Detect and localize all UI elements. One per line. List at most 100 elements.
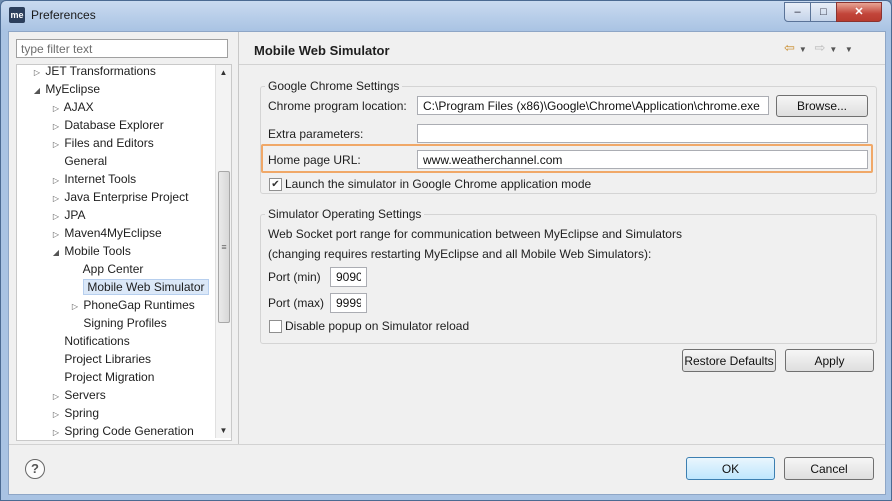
tree-item-label: Spring — [64, 406, 100, 420]
window-title: Preferences — [31, 8, 96, 22]
tree-expander-icon[interactable]: ▷ — [51, 190, 61, 208]
tree-item[interactable]: ▷ Servers — [51, 386, 106, 404]
scroll-down-icon[interactable]: ▼ — [216, 423, 231, 438]
tree-scrollbar[interactable]: ▲ ≡ ▼ — [215, 65, 231, 438]
extra-parameters-field[interactable] — [417, 124, 868, 143]
disable-popup-label: Disable popup on Simulator reload — [285, 319, 470, 333]
tree-item-label: Signing Profiles — [83, 316, 167, 330]
dialog-client-area: ▷ Spring Code Generation▷ Spring▷ Server… — [8, 31, 886, 495]
app-mode-checkbox[interactable]: ✔ — [269, 178, 282, 191]
preferences-window: me Preferences – □ ✕ ▷ Spring Code Gener… — [0, 0, 892, 501]
tree-item[interactable]: ▷ Spring Code Generation — [51, 422, 194, 440]
tree-expander-icon[interactable]: ▷ — [51, 172, 61, 190]
tree-expander-icon[interactable]: ▷ — [51, 406, 61, 424]
tree-expander-icon[interactable]: ▷ — [51, 424, 61, 440]
restore-defaults-button[interactable]: Restore Defaults — [682, 349, 776, 372]
chrome-location-label: Chrome program location: — [268, 99, 407, 113]
header-separator — [239, 64, 885, 65]
forward-arrow-icon[interactable]: ⇨ — [814, 40, 825, 55]
simulator-description-line2: (changing requires restarting MyEclipse … — [268, 247, 652, 261]
tree-item[interactable]: Project Libraries — [51, 350, 151, 368]
tree-item[interactable]: ▷ Java Enterprise Project — [51, 188, 188, 206]
apply-button[interactable]: Apply — [785, 349, 874, 372]
tree-item-label: Maven4MyEclipse — [64, 226, 162, 240]
tree-item-label: Notifications — [64, 334, 130, 348]
tree-expander-icon[interactable]: ▷ — [51, 118, 61, 136]
chrome-group-title: Google Chrome Settings — [265, 79, 403, 93]
tree-item[interactable]: Notifications — [51, 332, 130, 350]
tree-expander-icon[interactable]: ◢ — [32, 82, 42, 100]
port-min-label: Port (min) — [268, 270, 321, 284]
tree-item-label: Servers — [64, 388, 106, 402]
scroll-up-icon[interactable]: ▲ — [216, 65, 231, 80]
scroll-thumb[interactable]: ≡ — [218, 171, 230, 323]
ok-button[interactable]: OK — [686, 457, 775, 480]
myeclipse-app-icon: me — [9, 7, 25, 23]
tree-item[interactable]: ▷ Files and Editors — [51, 134, 154, 152]
page-title: Mobile Web Simulator — [254, 43, 390, 58]
tree-item[interactable]: ▷ JET Transformations — [32, 64, 156, 82]
help-icon[interactable]: ? — [25, 459, 45, 479]
close-button[interactable]: ✕ — [836, 2, 882, 22]
port-max-field[interactable] — [330, 293, 367, 313]
maximize-button[interactable]: □ — [810, 2, 837, 22]
port-min-field[interactable] — [330, 267, 367, 287]
tree-expander-icon[interactable]: ▷ — [51, 226, 61, 244]
forward-menu-chevron-icon[interactable]: ▼ — [829, 45, 837, 54]
view-menu-chevron-icon[interactable]: ▼ — [845, 45, 853, 54]
browse-button[interactable]: Browse... — [776, 95, 868, 117]
tree-item-label: General — [64, 154, 108, 168]
tree-item-label: Java Enterprise Project — [64, 190, 189, 204]
back-arrow-icon[interactable]: ⇦ — [784, 40, 795, 55]
chrome-location-field[interactable] — [417, 96, 769, 115]
tree-expander-icon[interactable]: ▷ — [51, 208, 61, 226]
tree-item-label: Database Explorer — [64, 118, 164, 132]
tree-expander-icon[interactable]: ▷ — [32, 65, 42, 82]
tree-item[interactable]: ▷ JPA — [51, 206, 86, 226]
tree-item-label: Mobile Web Simulator — [83, 279, 209, 295]
tree-item[interactable]: ▷ Spring — [51, 404, 99, 422]
extra-parameters-label: Extra parameters: — [268, 127, 364, 141]
tree-item[interactable]: ▷ AJAX — [51, 98, 94, 116]
tree-item-label: App Center — [82, 262, 144, 276]
tree-item-label: MyEclipse — [45, 82, 101, 96]
tree-item-label: JPA — [64, 208, 86, 222]
tree-expander-icon[interactable]: ▷ — [51, 388, 61, 406]
title-bar[interactable]: me Preferences – □ ✕ — [1, 1, 891, 29]
tree-item-label: Files and Editors — [64, 136, 154, 150]
tree-item[interactable]: ▷ Internet Tools — [51, 170, 136, 188]
panel-divider[interactable] — [238, 32, 239, 444]
tree-item-label: Project Migration — [64, 370, 155, 384]
tree-item-label: Internet Tools — [64, 172, 137, 186]
preferences-tree: ▷ Spring Code Generation ▷ Spring ▷ Server… — [16, 64, 232, 441]
tree-item[interactable]: Signing Profiles — [70, 314, 167, 332]
tree-item[interactable]: ◢ MyEclipse — [32, 80, 100, 98]
minimize-button[interactable]: – — [784, 2, 811, 22]
footer-separator — [9, 444, 885, 445]
filter-input[interactable] — [16, 39, 228, 58]
tree-item-label: AJAX — [63, 100, 94, 114]
history-navigation: ⇦ ▼ ⇨ ▼ ▼ — [784, 40, 857, 56]
tree-item[interactable]: Project Migration — [51, 368, 154, 386]
cancel-button[interactable]: Cancel — [784, 457, 874, 480]
tree-expander-icon[interactable]: ▷ — [51, 136, 61, 154]
tree-item-label: JET Transformations — [45, 64, 156, 78]
tree-expander-icon[interactable]: ▷ — [51, 100, 61, 118]
tree-item[interactable]: ▷ Maven4MyEclipse — [51, 224, 162, 242]
tree-item-label: Mobile Tools — [64, 244, 131, 258]
disable-popup-checkbox[interactable] — [269, 320, 282, 333]
back-menu-chevron-icon[interactable]: ▼ — [799, 45, 807, 54]
tree-expander-icon[interactable]: ▷ — [70, 298, 80, 316]
app-mode-label: Launch the simulator in Google Chrome ap… — [285, 177, 592, 191]
port-max-label: Port (max) — [268, 296, 325, 310]
tree-item[interactable]: ▷ PhoneGap Runtimes — [70, 296, 195, 314]
tree-item[interactable]: General — [51, 152, 107, 170]
tree-expander-icon[interactable]: ◢ — [51, 244, 61, 262]
simulator-description-line1: Web Socket port range for communication … — [268, 227, 682, 241]
tree-item-label: PhoneGap Runtimes — [83, 298, 195, 312]
tree-item[interactable]: ◢ Mobile Tools — [51, 242, 131, 260]
home-page-highlight — [261, 144, 873, 173]
tree-item[interactable]: App Center — [70, 260, 144, 278]
tree-item[interactable]: Mobile Web Simulator — [70, 278, 209, 296]
tree-item[interactable]: ▷ Database Explorer — [51, 116, 164, 134]
